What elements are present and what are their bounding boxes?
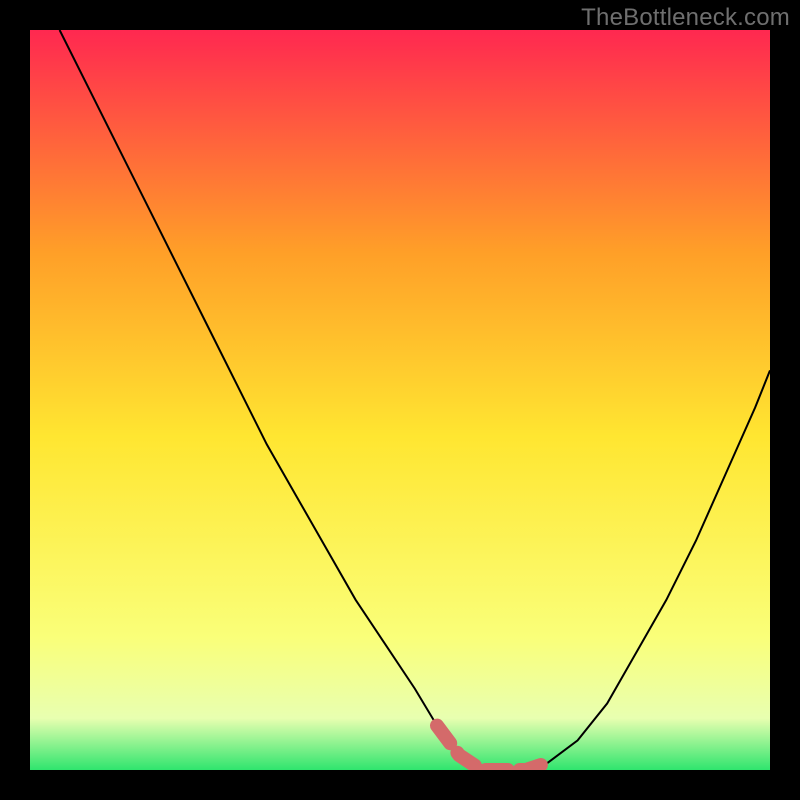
bottleneck-chart [30,30,770,770]
gradient-background [30,30,770,770]
chart-frame: TheBottleneck.com [0,0,800,800]
watermark-text: TheBottleneck.com [581,4,790,32]
